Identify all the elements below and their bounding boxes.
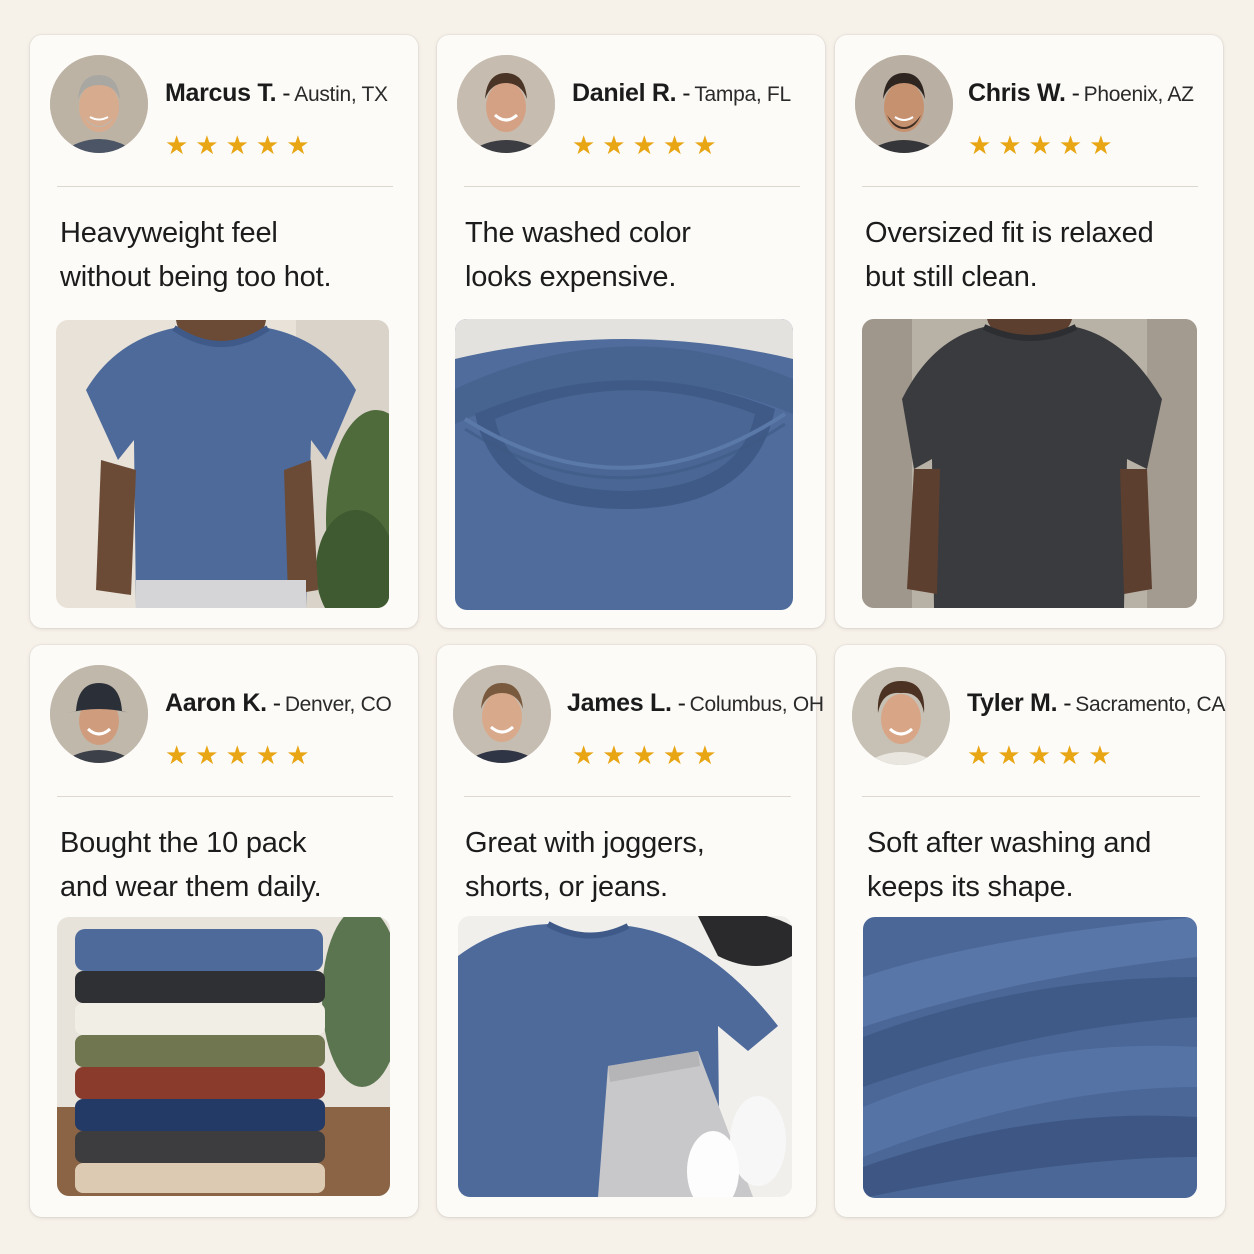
quote-line: looks expensive. [465,261,677,293]
review-quote: Great with joggers, shorts, or jeans. [465,821,792,909]
name-separator: - [272,689,281,717]
reviews-grid: Marcus T. - Austin, TX ★★★★★ Heavyweight f… [0,0,1254,1254]
star-rating: ★★★★★ [165,741,317,771]
review-card: Tyler M. - Sacramento, CA ★★★★★ Soft after… [835,645,1225,1217]
reviewer-name: Chris W. [968,79,1066,107]
reviewer-location: Phoenix, AZ [1083,83,1194,106]
quote-line: but still clean. [865,261,1038,293]
reviewer-location: Sacramento, CA [1075,693,1226,716]
review-quote: Oversized fit is relaxed but still clean… [865,211,1199,299]
avatar [453,665,551,763]
divider [57,186,393,187]
star-rating: ★★★★★ [165,131,317,161]
divider [57,796,393,797]
person-blue-tee-photo [56,320,389,608]
quote-line: Oversized fit is relaxed [865,217,1154,249]
review-quote: Heavyweight feel without being too hot. [60,211,394,299]
reviewer-line: James L. - Columbus, OH [567,689,824,718]
reviewer-name: Tyler M. [967,689,1058,717]
quote-line: and wear them daily. [60,871,322,903]
name-separator: - [1063,689,1072,717]
folded-stack-photo [57,917,390,1196]
quote-line: Bought the 10 pack [60,827,307,859]
reviewer-name: Daniel R. [572,79,677,107]
divider [464,796,791,797]
flatlay-outfit-photo [458,916,792,1197]
reviewer-location: Columbus, OH [689,693,824,716]
review-quote: Soft after washing and keeps its shape. [867,821,1201,909]
name-separator: - [677,689,686,717]
review-card: Chris W. - Phoenix, AZ ★★★★★ Oversized fit… [835,35,1223,628]
reviewer-name: Aaron K. [165,689,267,717]
review-quote: Bought the 10 pack and wear them daily. [60,821,394,909]
quote-line: The washed color [465,217,691,249]
avatar [855,55,953,153]
divider [862,186,1198,187]
quote-line: keeps its shape. [867,871,1074,903]
review-quote: The washed color looks expensive. [465,211,801,299]
reviewer-line: Aaron K. - Denver, CO [165,689,392,718]
review-card: James L. - Columbus, OH ★★★★★ Great with j… [437,645,824,1217]
name-separator: - [282,79,291,107]
reviewer-location: Denver, CO [284,693,392,716]
collar-closeup-photo [455,319,793,610]
fabric-closeup-photo [863,917,1197,1198]
divider [862,796,1200,797]
reviewer-line: Daniel R. - Tampa, FL [572,79,791,108]
divider [464,186,800,187]
review-card: Marcus T. - Austin, TX ★★★★★ Heavyweight f… [30,35,418,628]
person-charcoal-tee-photo [862,319,1197,608]
star-rating: ★★★★★ [572,741,724,771]
review-card: Daniel R. - Tampa, FL ★★★★★ The washed col… [437,35,825,628]
quote-line: Soft after washing and [867,827,1152,859]
avatar [50,55,148,153]
reviewer-location: Tampa, FL [694,83,791,106]
name-separator: - [1071,79,1080,107]
review-card: Aaron K. - Denver, CO ★★★★★ Bought the 10 … [30,645,418,1217]
avatar [50,665,148,763]
reviewer-name: James L. [567,689,672,717]
reviewer-line: Marcus T. - Austin, TX [165,79,388,108]
avatar [457,55,555,153]
quote-line: shorts, or jeans. [465,871,668,903]
star-rating: ★★★★★ [968,131,1120,161]
reviewer-line: Chris W. - Phoenix, AZ [968,79,1194,108]
star-rating: ★★★★★ [967,741,1119,771]
name-separator: - [682,79,691,107]
quote-line: Heavyweight feel [60,217,278,249]
reviewer-name: Marcus T. [165,79,277,107]
quote-line: Great with joggers, [465,827,705,859]
reviewer-location: Austin, TX [294,83,388,106]
star-rating: ★★★★★ [572,131,724,161]
reviewer-line: Tyler M. - Sacramento, CA [967,689,1225,718]
avatar [852,667,950,765]
quote-line: without being too hot. [60,261,332,293]
